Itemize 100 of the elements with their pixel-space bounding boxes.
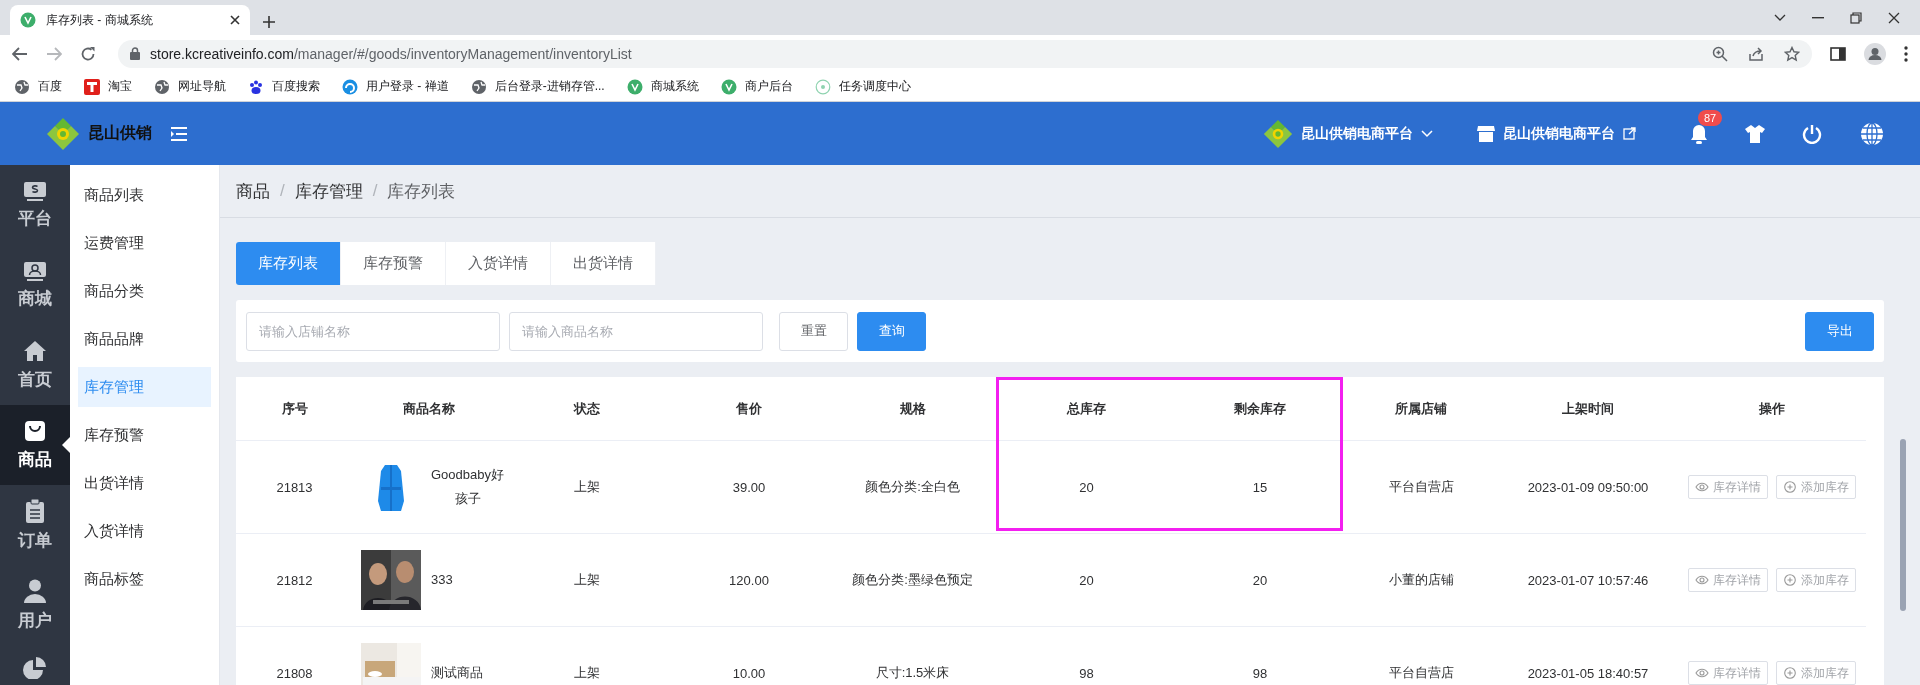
more-icon[interactable] xyxy=(1904,45,1908,62)
notification-badge: 87 xyxy=(1698,109,1723,126)
bookmark[interactable]: 任务调度中心 xyxy=(814,78,911,95)
submenu-item[interactable]: 库存预警 xyxy=(78,415,211,455)
power-icon[interactable] xyxy=(1802,123,1822,144)
menu-icon[interactable] xyxy=(170,126,188,141)
column-header: 上架时间 xyxy=(1562,400,1614,416)
id-card-icon xyxy=(23,260,47,281)
profile-icon[interactable] xyxy=(1864,42,1886,65)
swirl-icon xyxy=(342,78,358,95)
shop-logo-icon xyxy=(84,78,100,95)
leaf-icon xyxy=(626,78,643,95)
submenu-item[interactable]: 运费管理 xyxy=(78,223,211,263)
submenu-item[interactable]: 商品标签 xyxy=(78,559,211,599)
external-link-icon xyxy=(1623,127,1636,140)
paw-icon xyxy=(248,78,264,95)
nav-item[interactable]: 订单 xyxy=(0,485,70,565)
bag-icon xyxy=(24,419,46,442)
breadcrumb-item: 库存列表 xyxy=(387,180,456,203)
table-cell: 尺寸:1.5米床 xyxy=(875,665,950,680)
nav-item[interactable]: 商品 xyxy=(0,405,70,485)
eye-icon xyxy=(1694,574,1709,586)
table-cell: 20 xyxy=(1252,572,1268,588)
globe-icon xyxy=(470,78,487,95)
breadcrumb-separator: / xyxy=(280,181,285,201)
product-name-field[interactable]: 请输入商品名称 xyxy=(509,311,763,351)
globe-icon xyxy=(154,78,170,95)
table-cell: 上架 xyxy=(573,665,600,680)
nav-item[interactable]: 平台 xyxy=(0,165,70,245)
submenu-item[interactable]: 出货详情 xyxy=(78,463,211,503)
table-cell: 15 xyxy=(1252,479,1268,495)
table-cell: 120.00 xyxy=(729,572,769,588)
table-cell: 2023-01-07 10:57:46 xyxy=(1527,572,1649,588)
platform-menu[interactable]: 昆山供销电商平台 xyxy=(1263,118,1433,149)
column-header: 操作 xyxy=(1758,400,1785,416)
tab-title: 库存列表 - 商城系统 xyxy=(46,11,154,29)
table-cell-text: 测试商品 xyxy=(431,664,483,682)
table-cell: 98 xyxy=(1252,665,1268,681)
user-icon xyxy=(23,578,47,603)
shop-name-field[interactable]: 请输入店铺名称 xyxy=(246,311,500,351)
bookmark[interactable]: 百度 xyxy=(14,78,62,95)
column-header: 售价 xyxy=(736,400,762,416)
submenu-item[interactable]: 商品品牌 xyxy=(78,319,211,359)
store-link[interactable]: 昆山供销电商平台 xyxy=(1477,124,1636,143)
zoom-icon[interactable] xyxy=(1712,45,1728,62)
bell-icon[interactable] xyxy=(1690,123,1708,144)
eye-icon xyxy=(1694,667,1709,679)
bookmark[interactable]: 百度搜索 xyxy=(248,78,320,95)
chevron-down-icon xyxy=(1421,129,1433,138)
favicon-icon xyxy=(20,12,36,28)
minimize-icon[interactable] xyxy=(1812,16,1824,19)
submenu-item[interactable]: 商品分类 xyxy=(78,271,211,311)
table-cell: 上架 xyxy=(573,572,600,587)
globe-icon[interactable] xyxy=(1860,121,1884,146)
back-icon[interactable] xyxy=(12,46,28,61)
bookmark[interactable]: 用户登录 - 禅道 xyxy=(342,78,449,95)
store-icon xyxy=(1477,124,1495,143)
plus-circle-icon xyxy=(1782,574,1797,586)
column-header: 所属店铺 xyxy=(1395,400,1447,416)
reset-button[interactable]: 重置 xyxy=(779,311,848,351)
chevron-down-icon[interactable] xyxy=(1774,13,1786,22)
table-cell: 2023-01-05 18:40:57 xyxy=(1527,665,1649,681)
plus-circle-icon xyxy=(1782,481,1797,493)
breadcrumb-item[interactable]: 库存管理 xyxy=(294,179,363,203)
bookmark[interactable]: 商城系统 xyxy=(626,78,699,95)
column-header: 总库存 xyxy=(1067,400,1106,416)
nav-item[interactable]: 用户 xyxy=(0,565,70,645)
restore-icon[interactable] xyxy=(1850,11,1862,24)
breadcrumb-item[interactable]: 商品 xyxy=(236,179,270,203)
table-cell: 小董的店铺 xyxy=(1388,572,1454,587)
nav-item[interactable]: 商城 xyxy=(0,245,70,325)
bookmark[interactable]: 淘宝 xyxy=(84,78,132,95)
browser-tab[interactable]: 库存列表 - 商城系统 xyxy=(10,5,250,35)
table-cell: 21813 xyxy=(276,479,313,495)
side-panel-icon[interactable] xyxy=(1830,45,1846,62)
share-icon[interactable] xyxy=(1748,45,1764,62)
logo-text: 昆山供销 xyxy=(88,123,152,143)
table-cell: 上架 xyxy=(573,479,600,494)
table-cell: 颜色分类:墨绿色预定 xyxy=(852,572,973,587)
table-cell: 20 xyxy=(1079,479,1094,495)
submenu-item[interactable]: 入货详情 xyxy=(78,511,211,551)
table-cell-text: Goodbaby好孩子 xyxy=(431,466,504,508)
bookmark[interactable]: 商户后台 xyxy=(720,78,793,95)
submenu-item[interactable]: 商品列表 xyxy=(78,175,211,215)
shirt-icon[interactable] xyxy=(1744,123,1766,144)
new-tab-icon[interactable] xyxy=(262,15,276,29)
home-icon xyxy=(23,339,47,362)
table-cell: 98 xyxy=(1079,665,1094,681)
logo-icon xyxy=(1263,118,1293,149)
address-bar[interactable]: store.kcreativeinfo.com/manager/#/goods/inventoryManagement/inventoryList xyxy=(118,39,1812,68)
eye-icon xyxy=(1694,481,1709,493)
close-icon[interactable] xyxy=(230,15,240,25)
nav-item[interactable]: 首页 xyxy=(0,325,70,405)
close-icon[interactable] xyxy=(1888,11,1900,24)
bookmark[interactable]: 网址导航 xyxy=(154,78,226,95)
plus-circle-icon xyxy=(1782,667,1797,679)
bookmark[interactable]: 后台登录-进销存管... xyxy=(470,78,605,95)
star-icon[interactable] xyxy=(1784,45,1800,62)
breadcrumb-separator: / xyxy=(372,181,378,201)
reload-icon[interactable] xyxy=(80,45,96,62)
